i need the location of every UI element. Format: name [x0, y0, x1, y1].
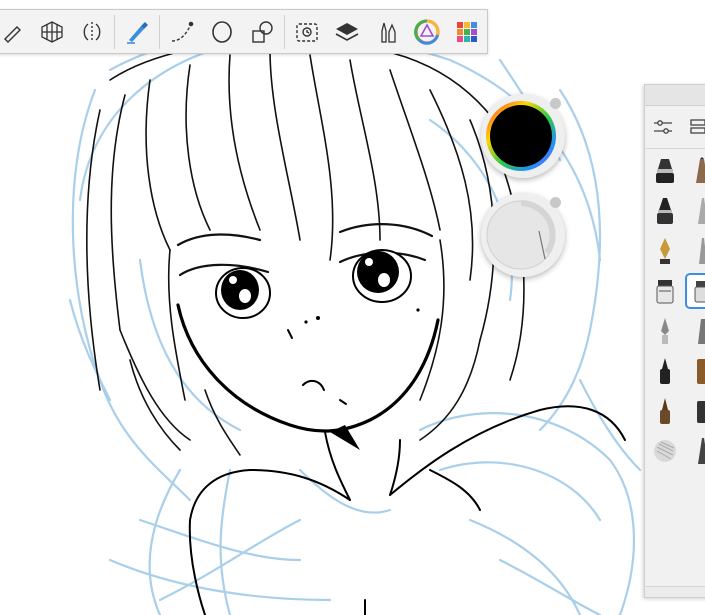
fountain-pen-brush[interactable] [649, 235, 681, 267]
color-puck[interactable] [481, 94, 565, 178]
sketch-brush[interactable] [687, 435, 705, 467]
airbrush-brush[interactable] [687, 315, 705, 347]
brush-properties-icon[interactable] [645, 106, 680, 148]
watercolor-brush[interactable] [649, 395, 681, 427]
perspective-guide-icon[interactable] [32, 10, 72, 53]
texture-brush[interactable] [649, 435, 681, 467]
panel-tabs [645, 106, 705, 149]
copic-palette-icon[interactable] [447, 10, 487, 53]
selected-brush[interactable] [685, 273, 705, 309]
toolbar-divider [284, 14, 285, 49]
drawing-canvas[interactable] [0, 0, 705, 615]
layers-icon[interactable] [327, 10, 367, 53]
pencil-brush[interactable] [687, 155, 705, 187]
puck-handle[interactable] [550, 197, 561, 208]
sketch-artwork [68, 30, 642, 615]
color-wheel-icon[interactable] [407, 10, 447, 53]
toolbar-divider [114, 14, 115, 49]
brush-library-icon[interactable] [367, 10, 407, 53]
puck-handle[interactable] [550, 98, 561, 109]
toolbar-divider [159, 14, 160, 49]
brush-library-panel [644, 84, 705, 598]
marker-brush[interactable] [649, 155, 681, 187]
brush-sets-icon[interactable] [680, 106, 705, 148]
synthetic-brush[interactable] [687, 395, 705, 427]
symmetry-icon[interactable] [72, 10, 112, 53]
brush-icon[interactable] [117, 10, 157, 53]
ellipse-icon[interactable] [202, 10, 242, 53]
top-toolbar [0, 9, 488, 54]
brush-pen-brush[interactable] [649, 355, 681, 387]
copic-marker-brush[interactable] [687, 355, 705, 387]
brush-size-puck[interactable] [481, 193, 565, 277]
curve-ruler-icon[interactable] [162, 10, 202, 53]
panel-drag-handle[interactable] [645, 85, 705, 106]
calligraphy-brush[interactable] [687, 235, 705, 267]
panel-resize-handle[interactable] [645, 586, 705, 597]
shapes-icon[interactable] [242, 10, 282, 53]
paint-brush[interactable] [649, 315, 681, 347]
technical-pen-brush[interactable] [687, 195, 705, 227]
felt-tip-brush[interactable] [649, 275, 681, 307]
ink-pen-brush[interactable] [649, 195, 681, 227]
timelapse-icon[interactable] [287, 10, 327, 53]
edit-icon[interactable] [0, 10, 32, 53]
